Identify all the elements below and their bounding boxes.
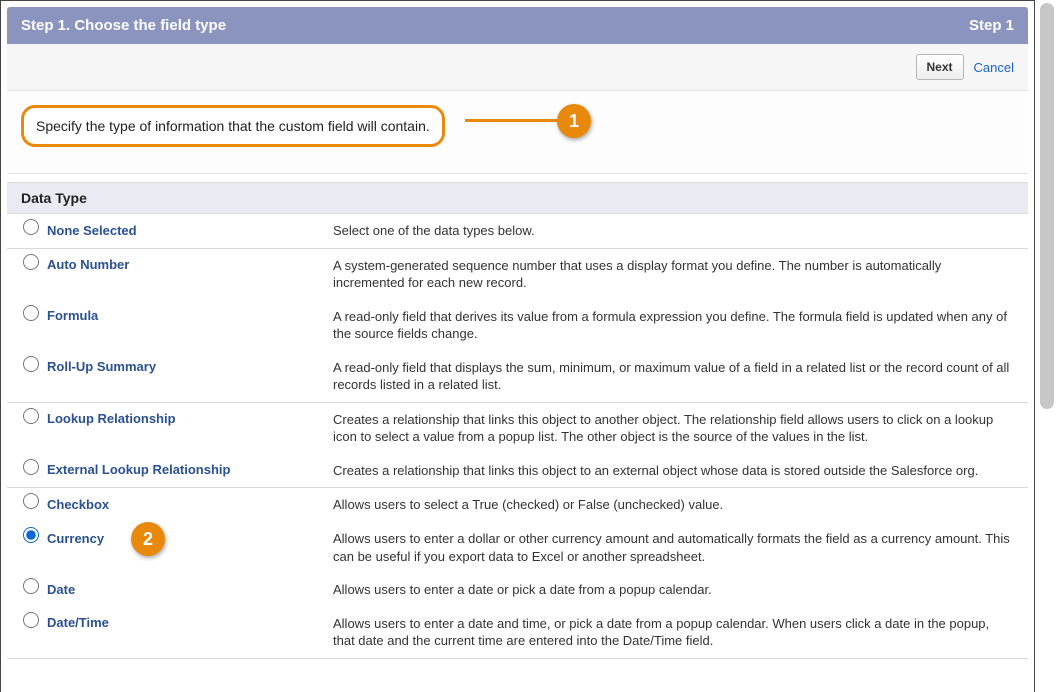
radio-datetime[interactable] bbox=[23, 612, 39, 628]
type-label-checkbox[interactable]: Checkbox bbox=[47, 497, 109, 512]
radio-cell: Checkbox bbox=[13, 496, 333, 512]
type-label-none[interactable]: None Selected bbox=[47, 223, 137, 238]
type-desc: A read-only field that displays the sum,… bbox=[333, 359, 1022, 394]
type-row-autonum: Auto Number A system-generated sequence n… bbox=[7, 249, 1028, 300]
instruction-highlight: Specify the type of information that the… bbox=[21, 105, 445, 147]
radio-cell: External Lookup Relationship bbox=[13, 462, 333, 478]
radio-cell: None Selected bbox=[13, 222, 333, 238]
type-row-extlookup: External Lookup Relationship Creates a re… bbox=[7, 454, 1028, 488]
radio-lookup[interactable] bbox=[23, 408, 39, 424]
radio-extlookup[interactable] bbox=[23, 459, 39, 475]
radio-cell: Roll-Up Summary bbox=[13, 359, 333, 375]
type-desc: A read-only field that derives its value… bbox=[333, 308, 1022, 343]
radio-cell: Date bbox=[13, 581, 333, 597]
radio-none[interactable] bbox=[23, 219, 39, 235]
wizard-panel: Step 1. Choose the field type Step 1 Nex… bbox=[0, 0, 1035, 692]
radio-cell: Lookup Relationship bbox=[13, 411, 333, 427]
radio-date[interactable] bbox=[23, 578, 39, 594]
instruction-text: Specify the type of information that the… bbox=[36, 118, 430, 134]
step-header: Step 1. Choose the field type Step 1 bbox=[7, 7, 1028, 44]
type-label-formula[interactable]: Formula bbox=[47, 308, 98, 323]
radio-cell: Formula bbox=[13, 308, 333, 324]
radio-cell: Currency2 bbox=[13, 530, 333, 546]
radio-autonum[interactable] bbox=[23, 254, 39, 270]
type-label-rollup[interactable]: Roll-Up Summary bbox=[47, 359, 156, 374]
cancel-link[interactable]: Cancel bbox=[974, 60, 1014, 75]
radio-cell: Auto Number bbox=[13, 257, 333, 273]
type-desc: Select one of the data types below. bbox=[333, 222, 1022, 240]
type-desc: Allows users to enter a date and time, o… bbox=[333, 615, 1022, 650]
type-row-date: Date Allows users to enter a date or pick… bbox=[7, 573, 1028, 607]
type-row-lookup: Lookup Relationship Creates a relationshi… bbox=[7, 403, 1028, 454]
step-header-left: Step 1. Choose the field type bbox=[21, 17, 226, 34]
radio-formula[interactable] bbox=[23, 305, 39, 321]
type-row-currency: Currency2Allows users to enter a dollar … bbox=[7, 522, 1028, 573]
scrollbar-thumb[interactable] bbox=[1040, 3, 1054, 409]
instruction-zone: Specify the type of information that the… bbox=[7, 91, 1028, 174]
callout-connector bbox=[465, 119, 561, 122]
type-label-datetime[interactable]: Date/Time bbox=[47, 615, 109, 630]
type-row-rollup: Roll-Up Summary A read-only field that di… bbox=[7, 351, 1028, 402]
type-group: None Selected Select one of the data type… bbox=[7, 214, 1028, 249]
type-desc: Allows users to select a True (checked) … bbox=[333, 496, 1022, 514]
next-button[interactable]: Next bbox=[916, 54, 964, 80]
type-row-formula: Formula A read-only field that derives it… bbox=[7, 300, 1028, 351]
type-row-none: None Selected Select one of the data type… bbox=[7, 214, 1028, 248]
type-label-date[interactable]: Date bbox=[47, 582, 75, 597]
type-desc: Allows users to enter a date or pick a d… bbox=[333, 581, 1022, 599]
buttons-bar: Next Cancel bbox=[7, 44, 1028, 91]
data-type-table: None Selected Select one of the data type… bbox=[7, 214, 1028, 659]
type-group: Lookup Relationship Creates a relationshi… bbox=[7, 403, 1028, 489]
type-desc: Creates a relationship that links this o… bbox=[333, 411, 1022, 446]
callout-badge-2: 2 bbox=[131, 522, 165, 556]
type-desc: A system-generated sequence number that … bbox=[333, 257, 1022, 292]
type-label-currency[interactable]: Currency bbox=[47, 531, 104, 546]
step-header-right: Step 1 bbox=[969, 17, 1014, 34]
section-title: Data Type bbox=[7, 182, 1028, 214]
type-desc: Creates a relationship that links this o… bbox=[333, 462, 1022, 480]
radio-currency[interactable] bbox=[23, 527, 39, 543]
radio-rollup[interactable] bbox=[23, 356, 39, 372]
radio-checkbox[interactable] bbox=[23, 493, 39, 509]
radio-cell: Date/Time bbox=[13, 615, 333, 631]
type-group: Checkbox Allows users to select a True (c… bbox=[7, 488, 1028, 658]
scrollbar-track[interactable] bbox=[1040, 3, 1054, 689]
type-row-datetime: Date/Time Allows users to enter a date an… bbox=[7, 607, 1028, 658]
type-desc: Allows users to enter a dollar or other … bbox=[333, 530, 1022, 565]
type-group: Auto Number A system-generated sequence n… bbox=[7, 249, 1028, 403]
callout-badge-1: 1 bbox=[557, 104, 591, 138]
type-label-autonum[interactable]: Auto Number bbox=[47, 257, 129, 272]
type-row-checkbox: Checkbox Allows users to select a True (c… bbox=[7, 488, 1028, 522]
type-label-lookup[interactable]: Lookup Relationship bbox=[47, 411, 176, 426]
type-label-extlookup[interactable]: External Lookup Relationship bbox=[47, 462, 230, 477]
